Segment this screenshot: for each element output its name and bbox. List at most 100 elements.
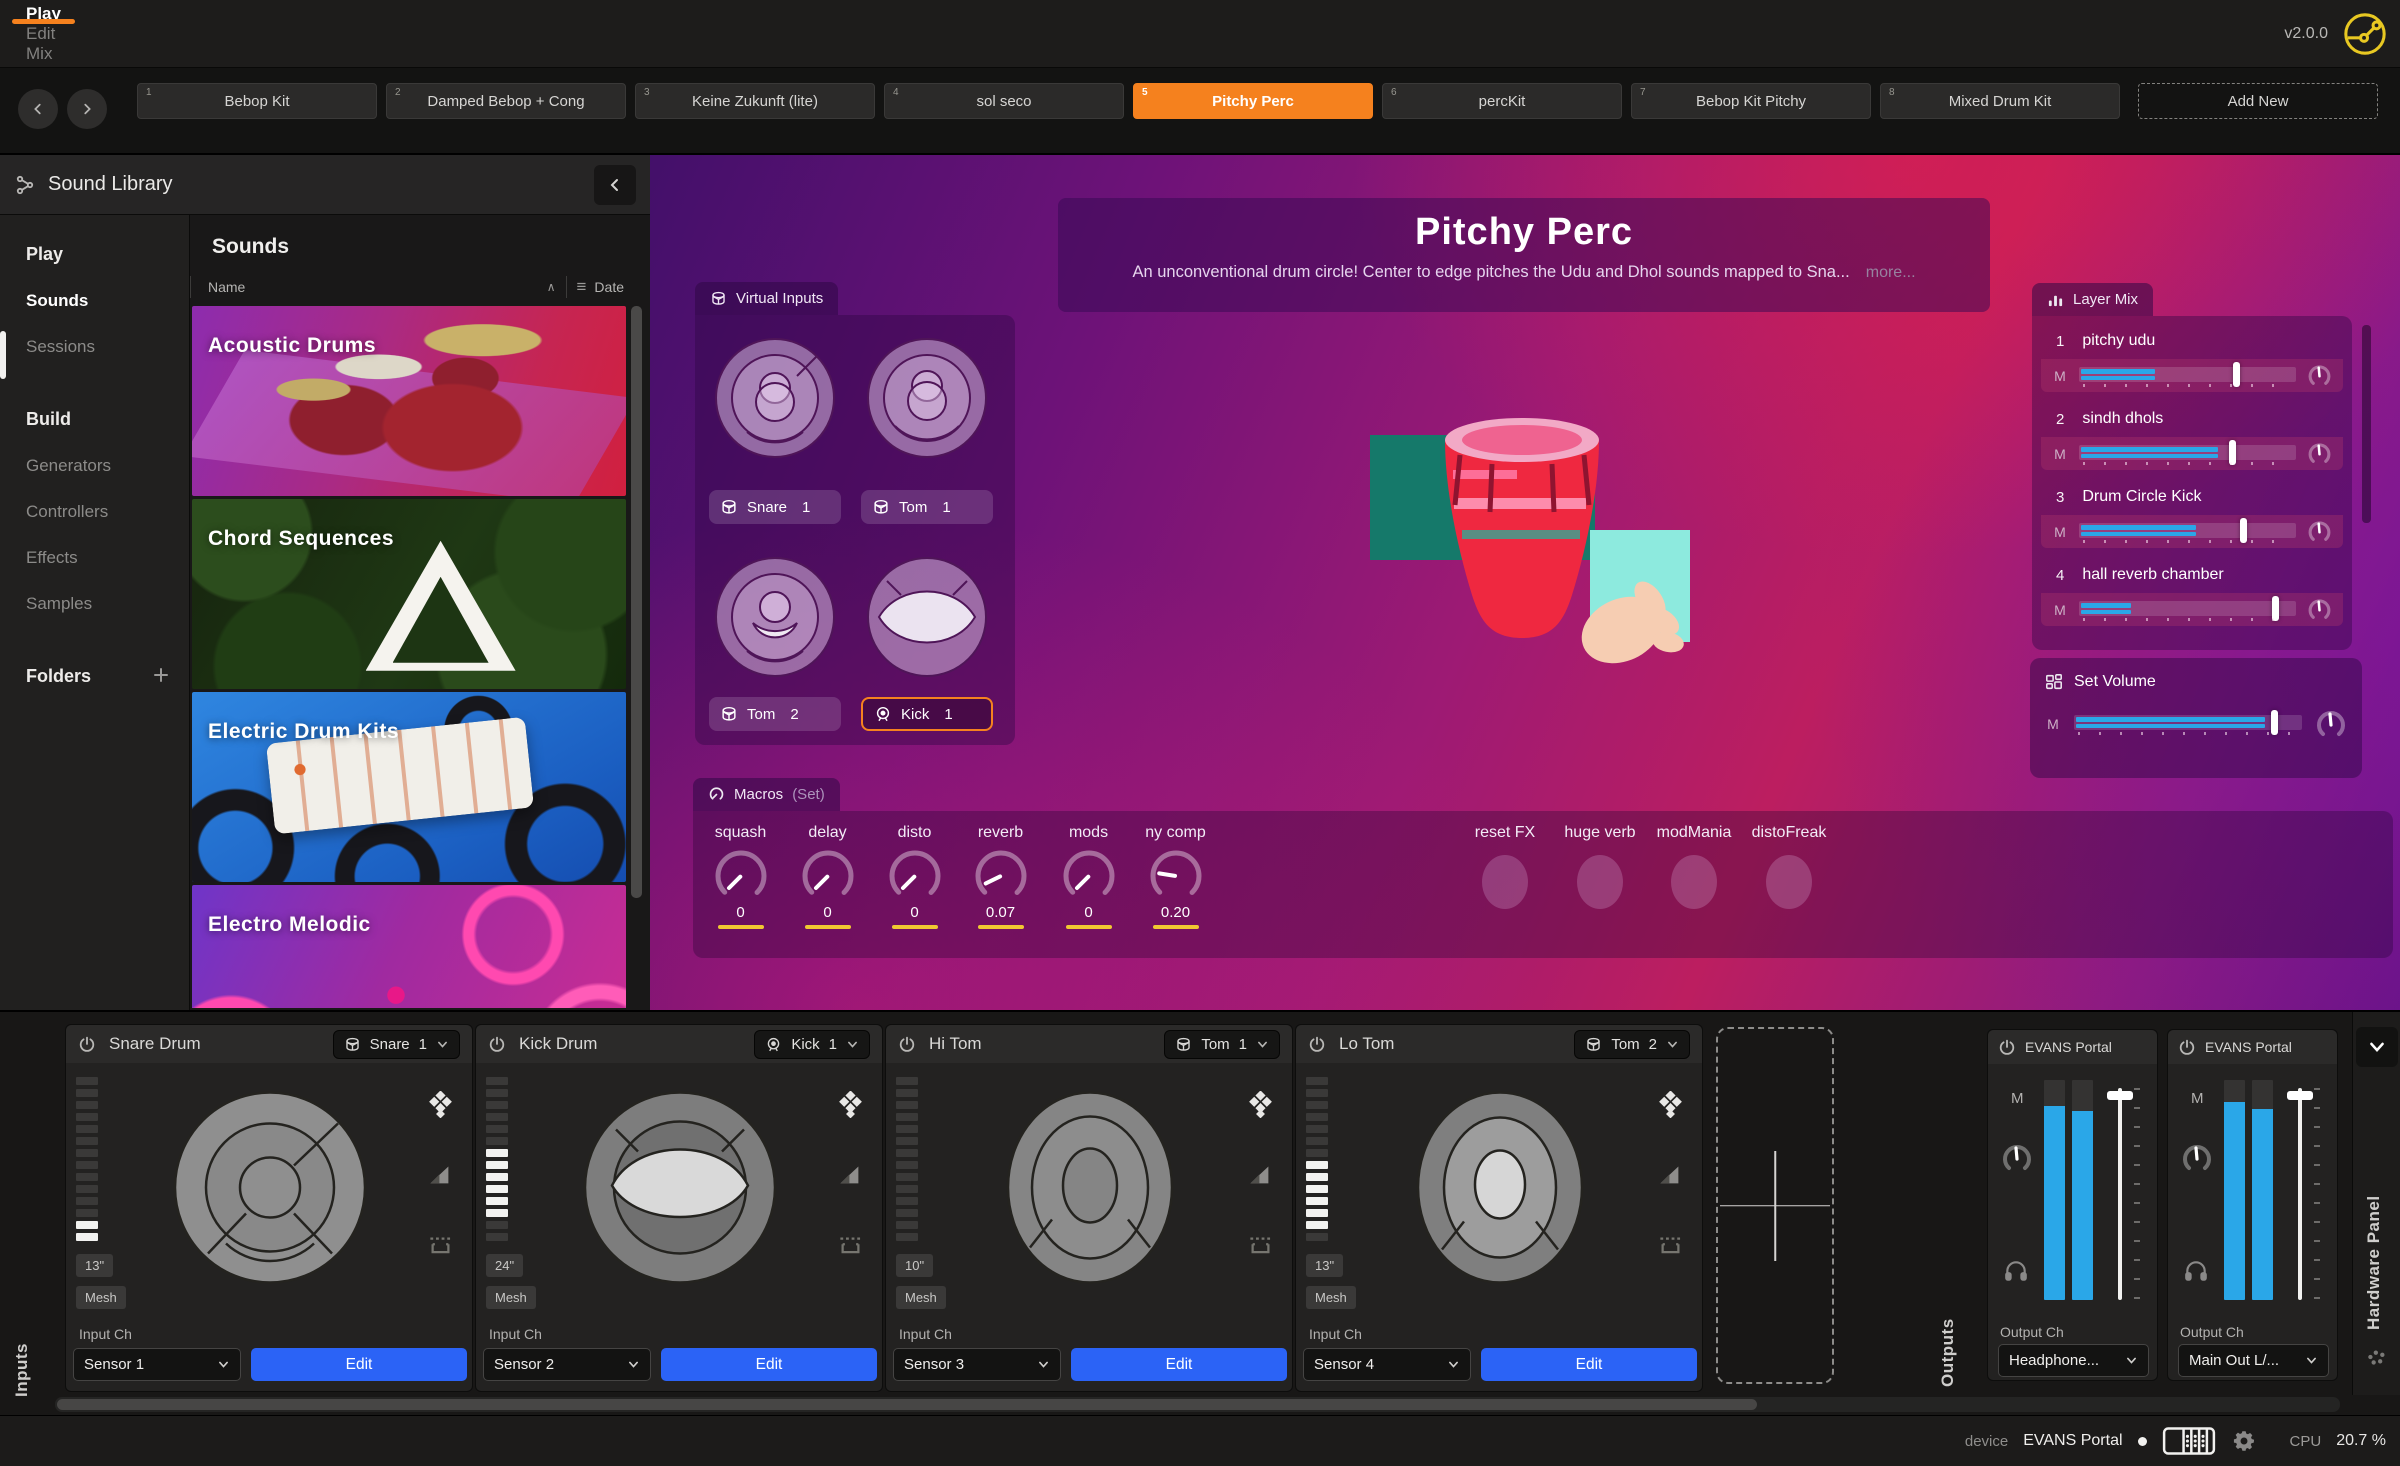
edit-button[interactable]: Edit — [661, 1348, 877, 1381]
layer-level-slider[interactable] — [2079, 365, 2296, 387]
edit-button[interactable]: Edit — [1071, 1348, 1287, 1381]
output-fader[interactable] — [2286, 1078, 2320, 1302]
macro-knob[interactable] — [800, 848, 856, 904]
sensor-select[interactable]: Sensor 3 — [893, 1348, 1061, 1381]
layer-header[interactable]: 2 sindh dhols — [2041, 401, 2343, 437]
library-nav-item[interactable]: Folders — [0, 653, 189, 700]
preset-slot[interactable]: 5 Pitchy Perc — [1133, 83, 1373, 119]
preset-slot[interactable]: 3 Keine Zukunft (lite) — [635, 83, 875, 119]
training-diamonds-icon[interactable] — [1247, 1091, 1274, 1118]
virtual-pad[interactable] — [865, 555, 989, 679]
drum-pad-graphic[interactable] — [170, 1085, 370, 1291]
macro-button[interactable] — [1671, 855, 1717, 909]
output-channel-select[interactable]: Main Out L/... — [2178, 1344, 2329, 1377]
output-fader[interactable] — [2106, 1078, 2140, 1302]
sound-card[interactable]: Chord Sequences — [192, 499, 626, 689]
sound-card[interactable]: Acoustic Drums — [192, 306, 626, 496]
layer-level-slider[interactable] — [2079, 521, 2296, 543]
training-diamonds-icon[interactable] — [837, 1091, 864, 1118]
sensitivity-icon[interactable] — [1247, 1162, 1274, 1189]
layer-level-slider[interactable] — [2079, 443, 2296, 465]
power-icon[interactable] — [2178, 1038, 2196, 1056]
drum-pad-graphic[interactable] — [990, 1085, 1190, 1291]
training-diamonds-icon[interactable] — [427, 1091, 454, 1118]
macro-knob[interactable] — [713, 848, 769, 904]
more-link[interactable]: more... — [1866, 264, 1916, 281]
drum-rim-icon[interactable] — [1657, 1233, 1684, 1260]
headphones-icon[interactable] — [2002, 1258, 2030, 1284]
preset-slot[interactable]: 1 Bebop Kit — [137, 83, 377, 119]
preset-slot[interactable]: 7 Bebop Kit Pitchy — [1631, 83, 1871, 119]
pan-knob[interactable] — [2307, 597, 2332, 622]
layer-mix-tab[interactable]: Layer Mix — [2032, 283, 2153, 316]
macro-knob[interactable] — [887, 848, 943, 904]
power-icon[interactable] — [488, 1035, 506, 1053]
mute-button[interactable]: M — [2052, 368, 2068, 384]
top-tab[interactable]: Edit — [0, 24, 87, 44]
mute-button[interactable]: M — [2045, 716, 2061, 732]
library-nav-item[interactable]: Effects — [0, 535, 189, 581]
sensitivity-icon[interactable] — [1657, 1162, 1684, 1189]
input-assign-dropdown[interactable]: Snare 1 — [333, 1030, 460, 1059]
virtual-pad[interactable] — [865, 336, 989, 460]
library-nav-item[interactable]: Sounds — [0, 278, 189, 324]
training-diamonds-icon[interactable] — [1657, 1091, 1684, 1118]
edit-button[interactable]: Edit — [251, 1348, 467, 1381]
collapse-sidebar-button[interactable] — [594, 165, 636, 205]
virtual-inputs-tab[interactable]: Virtual Inputs — [695, 282, 838, 315]
mute-button[interactable]: M — [2052, 446, 2068, 462]
virtual-pad[interactable] — [713, 555, 837, 679]
library-nav-item[interactable]: Play — [0, 231, 189, 278]
pan-knob[interactable] — [2307, 519, 2332, 544]
virtual-pad-label[interactable]: Snare 1 — [709, 490, 841, 524]
power-icon[interactable] — [898, 1035, 916, 1053]
macro-button[interactable] — [1766, 855, 1812, 909]
library-nav-item[interactable]: Build — [0, 396, 189, 443]
virtual-pad-label[interactable]: Tom 2 — [709, 697, 841, 731]
add-new-preset-button[interactable]: Add New — [2138, 83, 2378, 119]
sort-by-date[interactable]: Date — [594, 279, 624, 295]
prev-preset-button[interactable] — [18, 89, 58, 129]
input-assign-dropdown[interactable]: Tom 2 — [1574, 1030, 1690, 1059]
library-nav-item[interactable]: Controllers — [0, 489, 189, 535]
preset-slot[interactable]: 6 percKit — [1382, 83, 1622, 119]
virtual-pad[interactable] — [713, 336, 837, 460]
library-nav-item[interactable]: Samples — [0, 581, 189, 627]
macro-knob[interactable] — [973, 848, 1029, 904]
mute-button[interactable]: M — [2011, 1090, 2024, 1107]
gear-icon[interactable] — [2231, 1428, 2257, 1454]
preset-slot[interactable]: 2 Damped Bebop + Cong — [386, 83, 626, 119]
fader-handle[interactable] — [2287, 1091, 2313, 1100]
output-channel-select[interactable]: Headphone... — [1998, 1344, 2149, 1377]
add-folder-icon[interactable] — [153, 667, 169, 683]
layer-level-slider[interactable] — [2079, 599, 2296, 621]
scrollbar-thumb[interactable] — [57, 1399, 1757, 1410]
edit-button[interactable]: Edit — [1481, 1348, 1697, 1381]
sensitivity-icon[interactable] — [837, 1162, 864, 1189]
drum-rim-icon[interactable] — [837, 1233, 864, 1260]
drum-pad-graphic[interactable] — [580, 1085, 780, 1291]
top-tab[interactable]: Mix — [0, 44, 87, 64]
library-nav-item[interactable]: Sessions — [0, 324, 189, 370]
drum-rim-icon[interactable] — [1247, 1233, 1274, 1260]
virtual-pad-label[interactable]: Tom 1 — [861, 490, 993, 524]
macros-tab[interactable]: Macros (Set) — [693, 778, 840, 811]
set-volume-slider[interactable] — [2074, 713, 2302, 735]
horizontal-scrollbar[interactable] — [55, 1397, 2340, 1412]
input-assign-dropdown[interactable]: Tom 1 — [1164, 1030, 1280, 1059]
library-nav-item[interactable]: Generators — [0, 443, 189, 489]
sort-by-name[interactable]: Name∧ — [208, 279, 566, 295]
sensor-select[interactable]: Sensor 4 — [1303, 1348, 1471, 1381]
list-menu-icon[interactable]: ≡ — [577, 277, 587, 297]
sounds-scrollbar[interactable] — [631, 306, 642, 898]
sensor-select[interactable]: Sensor 1 — [73, 1348, 241, 1381]
macro-knob[interactable] — [1148, 848, 1204, 904]
device-icon[interactable] — [2162, 1427, 2216, 1455]
top-tab[interactable]: Play — [0, 4, 87, 24]
input-assign-dropdown[interactable]: Kick 1 — [754, 1030, 870, 1059]
mute-button[interactable]: M — [2191, 1090, 2204, 1107]
drum-pad-graphic[interactable] — [1400, 1085, 1600, 1291]
hardware-panel-toggle[interactable] — [2356, 1027, 2398, 1067]
layer-header[interactable]: 4 hall reverb chamber — [2041, 557, 2343, 593]
sunhouse-logo-icon[interactable] — [2342, 11, 2388, 57]
